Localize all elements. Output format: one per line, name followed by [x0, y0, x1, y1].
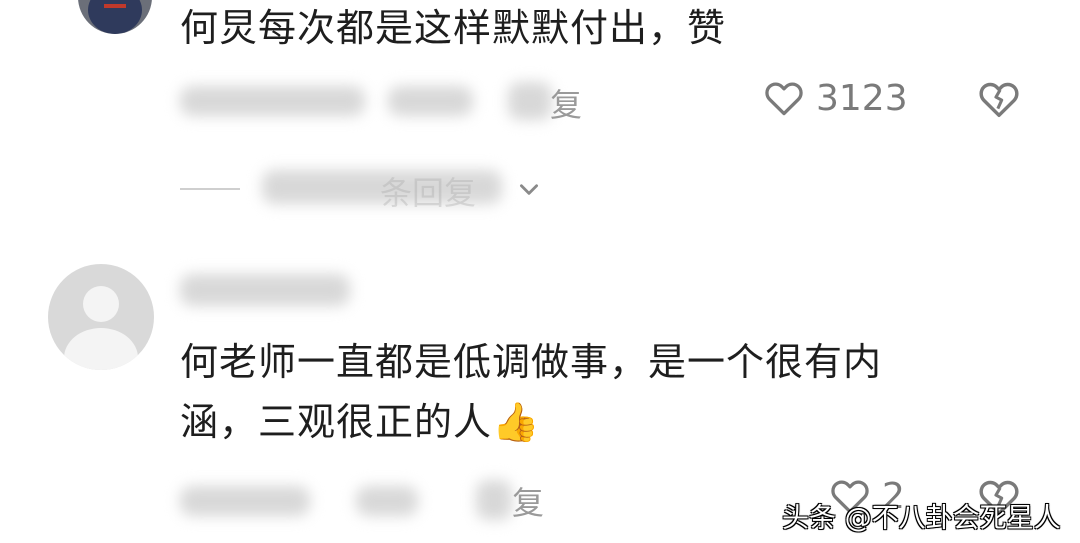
reply-button[interactable]: 复: [550, 80, 582, 126]
dislike-button[interactable]: [976, 76, 1022, 122]
broken-heart-icon: [979, 82, 1019, 118]
like-button[interactable]: [762, 76, 806, 120]
comment-text-line-1: 何老师一直都是低调做事，是一个很有内: [180, 340, 883, 384]
blurred-author: [180, 274, 350, 306]
avatar[interactable]: [48, 264, 154, 370]
comment-text-line-2: 涵，三观很正的人👍: [180, 400, 541, 444]
blurred-meta: [180, 486, 310, 516]
watermark: 头条 @不八卦会死星人: [782, 503, 1061, 534]
expand-replies-button[interactable]: 条回复: [380, 168, 476, 212]
thread-divider: [180, 188, 240, 190]
chevron-down-icon[interactable]: [516, 176, 542, 202]
blurred-meta: [476, 480, 512, 520]
heart-icon: [765, 82, 803, 116]
blurred-meta: [508, 82, 552, 120]
like-count: 3123: [816, 78, 908, 119]
expand-replies-label: 条回复: [380, 174, 477, 212]
avatar[interactable]: [78, 0, 152, 34]
blurred-meta: [180, 86, 365, 116]
blurred-meta: [388, 86, 473, 116]
blurred-meta: [356, 486, 418, 516]
reply-button[interactable]: 复: [512, 478, 544, 524]
comment-text: 何炅每次都是这样默默付出，赞: [180, 6, 727, 50]
thumbs-up-emoji: 👍: [492, 400, 541, 444]
comment-1: 何炅每次都是这样默默付出，赞 复 3123 条回复: [0, 0, 1080, 230]
